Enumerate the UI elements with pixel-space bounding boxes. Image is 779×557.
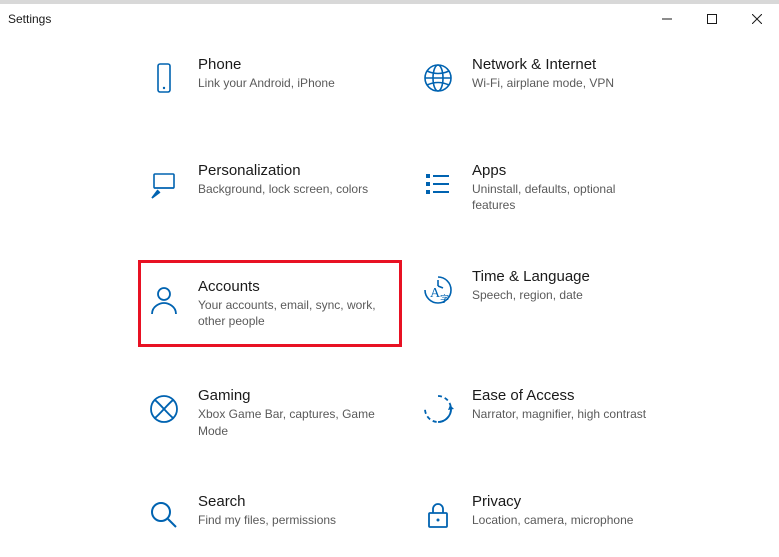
tile-ease-of-access[interactable]: Ease of Access Narrator, magnifier, high… — [414, 381, 674, 451]
tile-title: Ease of Access — [472, 387, 666, 404]
tile-apps[interactable]: Apps Uninstall, defaults, optional featu… — [414, 156, 674, 226]
ease-of-access-icon — [418, 389, 458, 429]
tile-desc: Link your Android, iPhone — [198, 75, 388, 91]
settings-content: Phone Link your Android, iPhone Network … — [0, 34, 779, 557]
tile-desc: Background, lock screen, colors — [198, 181, 388, 197]
tile-title: Privacy — [472, 493, 666, 510]
tile-network[interactable]: Network & Internet Wi-Fi, airplane mode,… — [414, 50, 674, 120]
tile-phone[interactable]: Phone Link your Android, iPhone — [140, 50, 400, 120]
tile-personalization[interactable]: Personalization Background, lock screen,… — [140, 156, 400, 226]
minimize-icon — [662, 14, 672, 24]
time-language-icon: A 字 — [418, 270, 458, 310]
titlebar: Settings — [0, 4, 779, 34]
svg-text:字: 字 — [440, 293, 449, 304]
tile-desc: Uninstall, defaults, optional features — [472, 181, 662, 213]
tile-desc: Your accounts, email, sync, work, other … — [198, 297, 388, 329]
close-button[interactable] — [734, 4, 779, 34]
paintbrush-icon — [144, 164, 184, 204]
tile-desc: Xbox Game Bar, captures, Game Mode — [198, 406, 388, 438]
window-title: Settings — [8, 12, 51, 26]
tile-title: Search — [198, 493, 392, 510]
tile-search[interactable]: Search Find my files, permissions — [140, 487, 400, 557]
lock-icon — [418, 495, 458, 535]
tile-title: Apps — [472, 162, 666, 179]
tile-desc: Find my files, permissions — [198, 512, 388, 528]
tile-desc: Wi-Fi, airplane mode, VPN — [472, 75, 662, 91]
tile-title: Time & Language — [472, 268, 666, 285]
tile-title: Gaming — [198, 387, 392, 404]
search-icon — [144, 495, 184, 535]
apps-list-icon — [418, 164, 458, 204]
tile-desc: Location, camera, microphone — [472, 512, 662, 528]
person-icon — [144, 280, 184, 320]
tile-gaming[interactable]: Gaming Xbox Game Bar, captures, Game Mod… — [140, 381, 400, 451]
tile-title: Accounts — [198, 278, 392, 295]
maximize-button[interactable] — [689, 4, 734, 34]
tile-title: Network & Internet — [472, 56, 666, 73]
settings-grid: Phone Link your Android, iPhone Network … — [140, 50, 779, 557]
close-icon — [752, 14, 762, 24]
maximize-icon — [707, 14, 717, 24]
tile-title: Phone — [198, 56, 392, 73]
tile-privacy[interactable]: Privacy Location, camera, microphone — [414, 487, 674, 557]
tile-desc: Narrator, magnifier, high contrast — [472, 406, 662, 422]
tile-accounts[interactable]: Accounts Your accounts, email, sync, wor… — [140, 262, 400, 345]
phone-icon — [144, 58, 184, 98]
tile-title: Personalization — [198, 162, 392, 179]
globe-icon — [418, 58, 458, 98]
tile-desc: Speech, region, date — [472, 287, 662, 303]
minimize-button[interactable] — [644, 4, 689, 34]
xbox-icon — [144, 389, 184, 429]
tile-time-language[interactable]: A 字 Time & Language Speech, region, date — [414, 262, 674, 345]
